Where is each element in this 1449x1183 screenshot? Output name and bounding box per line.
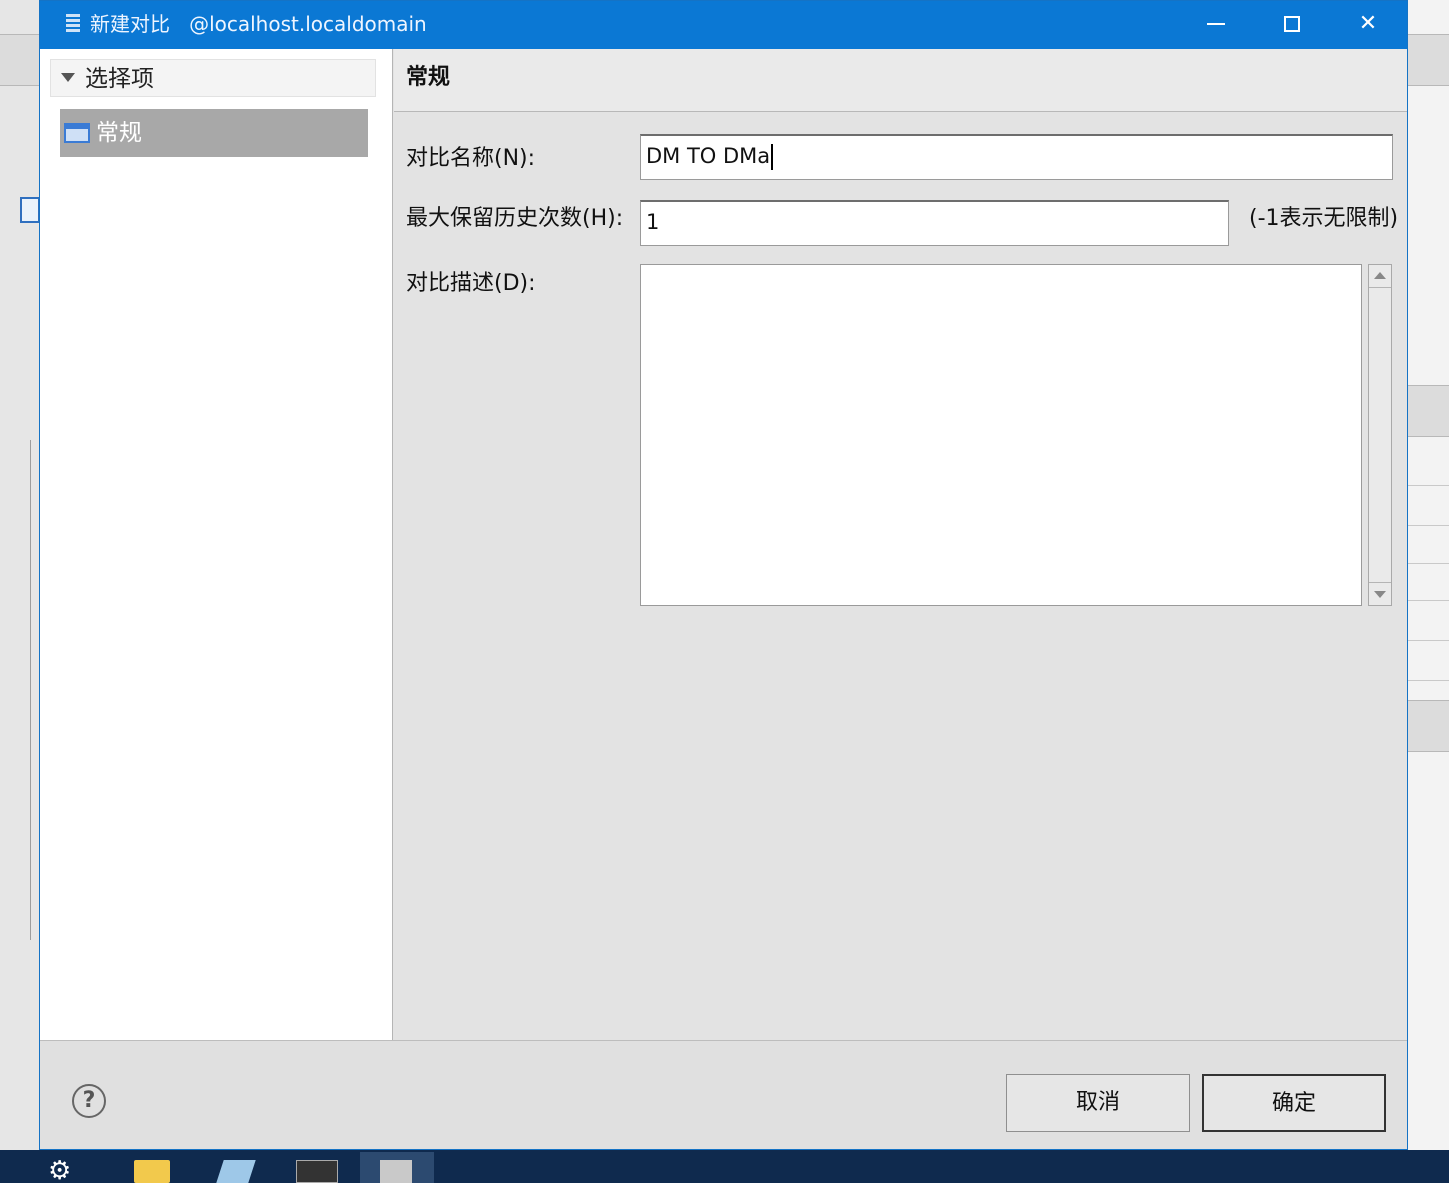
settings-icon[interactable]: ⚙ [48, 1158, 80, 1183]
max-history-label: 最大保留历史次数(H): [406, 206, 624, 231]
compare-description-textarea[interactable] [640, 264, 1362, 606]
close-button[interactable]: ✕ [1330, 1, 1406, 47]
compare-description-label: 对比描述(D): [406, 271, 536, 296]
cancel-button[interactable]: 取消 [1006, 1074, 1190, 1132]
folder-icon[interactable] [134, 1160, 170, 1183]
ok-button[interactable]: 确定 [1202, 1074, 1386, 1132]
close-icon: ✕ [1358, 11, 1378, 36]
document-icon [20, 197, 40, 223]
description-scrollbar[interactable] [1368, 264, 1392, 606]
section-header: 常规 [394, 49, 1407, 112]
collapse-arrow-icon[interactable] [61, 73, 75, 82]
background-toolbar [0, 34, 40, 86]
database-icon[interactable] [380, 1160, 412, 1183]
tree-item-label: 常规 [96, 120, 142, 146]
text-caret [771, 144, 774, 170]
compare-name-input[interactable]: DM TO DMa [640, 134, 1393, 180]
general-settings-panel: 常规 对比名称(N): DM TO DMa 最大保留历史次数(H): 1 (-1… [394, 49, 1407, 1040]
background-header-right [1408, 385, 1449, 437]
options-tree-panel: 选择项 常规 [40, 49, 393, 1040]
new-compare-dialog: 新建对比 @localhost.localdomain ✕ 选择项 常规 常规 … [39, 0, 1408, 1150]
title-bar[interactable]: 新建对比 @localhost.localdomain ✕ [40, 1, 1407, 49]
minimize-button[interactable] [1178, 1, 1254, 47]
section-title: 常规 [406, 65, 451, 90]
background-toolbar-right [1408, 34, 1449, 86]
maximize-button[interactable] [1254, 1, 1330, 47]
tree-group-label: 选择项 [85, 66, 154, 92]
max-history-input[interactable]: 1 [640, 200, 1229, 246]
button-bar: ? 取消 确定 [40, 1040, 1407, 1149]
tree-item-general[interactable]: 常规 [60, 109, 368, 157]
help-icon[interactable]: ? [72, 1084, 106, 1118]
background-window-right [1408, 0, 1449, 1150]
window-title: 新建对比 @localhost.localdomain [90, 12, 427, 36]
database-compare-icon [58, 12, 80, 36]
tree-group-header[interactable]: 选择项 [50, 59, 376, 97]
scroll-down-icon[interactable] [1374, 591, 1386, 598]
background-panel-right [1408, 700, 1449, 752]
history-hint: (-1表示无限制) [1249, 206, 1399, 231]
terminal-icon[interactable] [296, 1160, 338, 1183]
form-page-icon [64, 123, 90, 143]
minimize-icon [1207, 23, 1225, 25]
maximize-icon [1284, 16, 1300, 32]
scroll-up-icon[interactable] [1374, 272, 1386, 279]
background-window-left [0, 0, 40, 1150]
compare-name-label: 对比名称(N): [406, 146, 536, 171]
